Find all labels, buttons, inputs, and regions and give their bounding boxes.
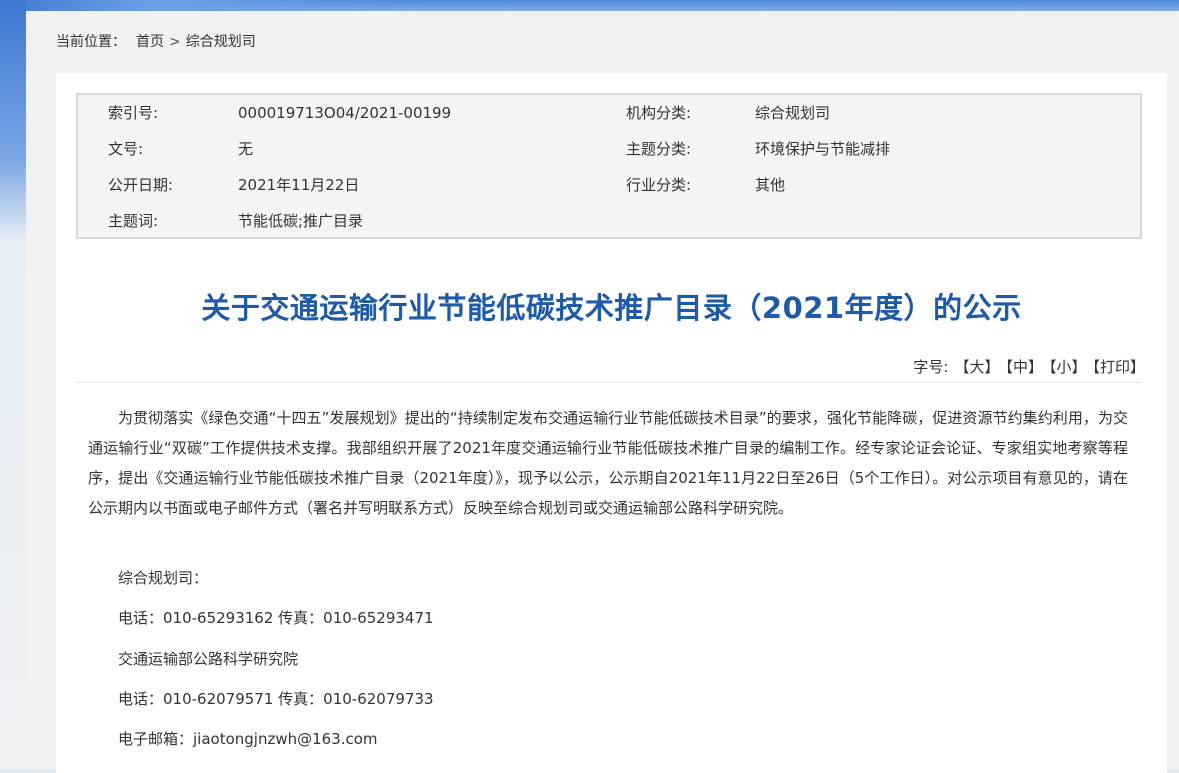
article-panel: 索引号: 000019713O04/2021-00199 机构分类: 综合规划司…: [56, 73, 1167, 773]
font-size-large-button[interactable]: 【大】: [954, 358, 999, 376]
contact2-phone: 电话：010-62079571 传真：010-62079733: [118, 690, 434, 708]
font-size-medium-button[interactable]: 【中】: [1005, 358, 1043, 376]
industry-value: 其他: [755, 176, 786, 194]
title-divider: [76, 382, 1142, 383]
page-container: 当前位置： 首页 > 综合规划司 索引号: 000019713O04/2021-001…: [26, 11, 1179, 773]
keywords-value: 节能低碳;推广目录: [238, 212, 364, 230]
org-value: 综合规划司: [755, 104, 831, 122]
breadcrumb: 当前位置： 首页 > 综合规划司: [56, 31, 256, 53]
contact2-org: 交通运输部公路科学研究院: [118, 650, 299, 668]
breadcrumb-separator: >: [169, 34, 181, 50]
date-value: 2021年11月22日: [238, 176, 360, 194]
article-paragraph: 为贯彻落实《绿色交通“十四五”发展规划》提出的“持续制定发布交通运输行业节能低碳…: [88, 409, 1128, 517]
metadata-row: 文号: 无 主题分类: 环境保护与节能减排: [78, 131, 1140, 167]
org-label: 机构分类:: [626, 104, 692, 122]
metadata-row: 索引号: 000019713O04/2021-00199 机构分类: 综合规划司: [78, 95, 1140, 131]
breadcrumb-current-link[interactable]: 综合规划司: [186, 31, 256, 53]
background-left-gradient: [0, 0, 26, 769]
contact1-phone: 电话：010-65293162 传真：010-65293471: [118, 609, 434, 627]
metadata-row: 主题词: 节能低碳;推广目录: [78, 203, 1140, 239]
metadata-row: 公开日期: 2021年11月22日 行业分类: 其他: [78, 167, 1140, 203]
topic-value: 环境保护与节能减排: [755, 140, 891, 158]
industry-label: 行业分类:: [626, 176, 692, 194]
font-size-controls: 字号: 【大】 【中】 【小】 【打印】: [913, 356, 1145, 377]
docno-value: 无: [238, 140, 254, 158]
topic-label: 主题分类:: [626, 140, 692, 158]
font-size-small-button[interactable]: 【小】: [1049, 358, 1087, 376]
font-size-label: 字号:: [913, 358, 949, 376]
contact-email: 电子邮箱：jiaotongjnzwh@163.com: [118, 730, 378, 748]
index-label: 索引号:: [108, 104, 159, 122]
keywords-label: 主题词:: [108, 212, 159, 230]
breadcrumb-label: 当前位置：: [56, 34, 126, 50]
docno-label: 文号:: [108, 140, 144, 158]
article-title: 关于交通运输行业节能低碳技术推广目录（2021年度）的公示: [201, 291, 1022, 325]
breadcrumb-home-link[interactable]: 首页: [136, 31, 164, 53]
index-value: 000019713O04/2021-00199: [238, 104, 452, 122]
contact1-org: 综合规划司：: [118, 569, 209, 587]
metadata-table: 索引号: 000019713O04/2021-00199 机构分类: 综合规划司…: [76, 93, 1142, 239]
print-button[interactable]: 【打印】: [1092, 358, 1145, 376]
date-label: 公开日期:: [108, 176, 174, 194]
